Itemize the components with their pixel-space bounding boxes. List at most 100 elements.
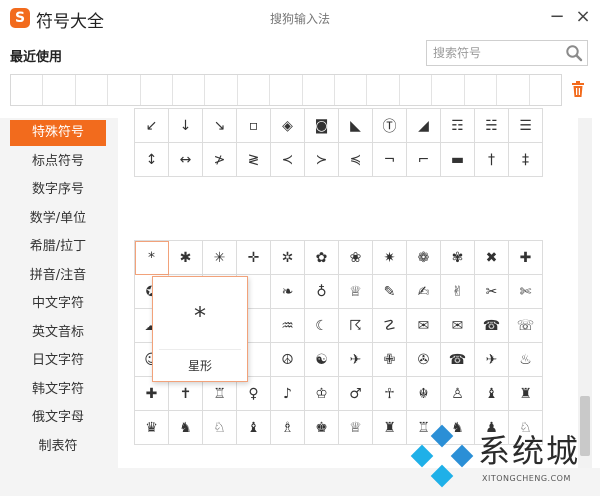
recent-symbol-slot[interactable] (497, 75, 530, 105)
symbol-cell[interactable]: ♀ (237, 377, 271, 411)
symbol-cell[interactable]: ❀ (339, 241, 373, 275)
symbol-cell[interactable]: ✷ (373, 241, 407, 275)
recent-symbol-slot[interactable] (400, 75, 433, 105)
category-item[interactable]: 拼音/注音 (10, 263, 106, 289)
symbol-cell[interactable]: ♝ (475, 377, 509, 411)
symbol-cell[interactable]: ✙ (373, 343, 407, 377)
symbol-cell[interactable]: ◈ (271, 109, 305, 143)
symbol-cell[interactable]: ✾ (441, 241, 475, 275)
symbol-cell[interactable]: ≼ (339, 143, 373, 177)
symbol-cell[interactable]: ✛ (237, 241, 271, 275)
symbol-cell[interactable]: ❧ (271, 275, 305, 309)
symbol-cell[interactable]: ✄ (509, 275, 543, 309)
recent-symbol-slot[interactable] (270, 75, 303, 105)
symbol-cell[interactable]: ▬ (441, 143, 475, 177)
symbol-cell[interactable]: ☈ (339, 309, 373, 343)
recent-symbol-slot[interactable] (205, 75, 238, 105)
symbol-cell[interactable]: ≺ (271, 143, 305, 177)
symbol-cell[interactable]: ♞ (169, 411, 203, 445)
category-item[interactable]: 特殊符号 (10, 120, 106, 146)
category-item[interactable]: 俄文字母 (10, 405, 106, 431)
recent-symbol-slot[interactable] (11, 75, 44, 105)
symbol-cell[interactable]: ≯ (203, 143, 237, 177)
symbol-cell[interactable]: ♝ (237, 411, 271, 445)
symbol-cell[interactable]: ✂ (475, 275, 509, 309)
symbol-cell[interactable]: † (475, 143, 509, 177)
symbol-cell[interactable]: ☬ (407, 377, 441, 411)
category-item[interactable]: 数字序号 (10, 177, 106, 203)
symbol-cell[interactable]: ♒ (271, 309, 305, 343)
symbol-cell[interactable]: ↘ (203, 109, 237, 143)
symbol-cell[interactable]: ✿ (305, 241, 339, 275)
symbol-cell[interactable]: ☡ (373, 309, 407, 343)
symbol-cell[interactable]: ♛ (135, 411, 169, 445)
category-item[interactable]: 数学/单位 (10, 206, 106, 232)
recent-symbol-slot[interactable] (173, 75, 206, 105)
recent-symbol-slot[interactable] (432, 75, 465, 105)
symbol-cell[interactable]: ☵ (475, 109, 509, 143)
symbol-cell[interactable]: ☶ (441, 109, 475, 143)
category-item[interactable]: 中文字符 (10, 291, 106, 317)
category-item[interactable]: 韩文字符 (10, 377, 106, 403)
symbol-cell[interactable]: ☾ (305, 309, 339, 343)
search-box[interactable] (426, 40, 588, 66)
recent-symbol-slot[interactable] (76, 75, 109, 105)
scrollbar[interactable] (578, 118, 592, 468)
symbol-cell[interactable]: ¬ (373, 143, 407, 177)
symbol-cell[interactable]: ❁ (407, 241, 441, 275)
symbol-cell[interactable]: ♨ (509, 343, 543, 377)
symbol-cell[interactable]: ▫ (237, 109, 271, 143)
recent-symbol-slot[interactable] (238, 75, 271, 105)
symbol-cell[interactable]: ◣ (339, 109, 373, 143)
symbol-cell[interactable]: ♘ (203, 411, 237, 445)
symbol-cell[interactable]: ↓ (169, 109, 203, 143)
minimize-button[interactable]: − (546, 6, 568, 28)
symbol-cell[interactable]: * (135, 241, 169, 275)
symbol-cell[interactable]: ✎ (373, 275, 407, 309)
symbol-cell[interactable]: ≷ (237, 143, 271, 177)
symbol-cell[interactable]: ↙ (135, 109, 169, 143)
symbol-cell[interactable]: ☏ (509, 309, 543, 343)
category-item[interactable]: 英文音标 (10, 320, 106, 346)
recent-symbol-slot[interactable] (43, 75, 76, 105)
symbol-cell[interactable]: ♪ (271, 377, 305, 411)
symbol-cell[interactable]: ✈ (339, 343, 373, 377)
symbol-cell[interactable]: ☥ (373, 377, 407, 411)
symbol-cell[interactable]: ♕ (339, 275, 373, 309)
symbol-cell[interactable]: ✉ (441, 309, 475, 343)
symbol-cell[interactable]: ≻ (305, 143, 339, 177)
symbol-cell[interactable]: ◢ (407, 109, 441, 143)
symbol-cell[interactable]: ☎ (475, 309, 509, 343)
search-input[interactable] (433, 44, 561, 62)
trash-icon[interactable] (570, 80, 586, 98)
symbol-cell[interactable]: ✲ (271, 241, 305, 275)
symbol-cell[interactable]: ♚ (305, 411, 339, 445)
symbol-cell[interactable]: ☰ (509, 109, 543, 143)
symbol-cell[interactable]: ✝ (169, 377, 203, 411)
symbol-cell[interactable]: Ⓣ (373, 109, 407, 143)
symbol-cell[interactable]: ☯ (305, 343, 339, 377)
symbol-cell[interactable]: ✚ (509, 241, 543, 275)
symbol-cell[interactable]: ✖ (475, 241, 509, 275)
symbol-cell[interactable]: ♕ (339, 411, 373, 445)
symbol-cell[interactable]: ✉ (407, 309, 441, 343)
symbol-cell[interactable]: ‡ (509, 143, 543, 177)
recent-symbol-slot[interactable] (335, 75, 368, 105)
recent-symbol-slot[interactable] (141, 75, 174, 105)
recent-symbol-slot[interactable] (108, 75, 141, 105)
recent-symbol-slot[interactable] (465, 75, 498, 105)
symbol-cell[interactable]: ☎ (441, 343, 475, 377)
category-item[interactable]: 标点符号 (10, 149, 106, 175)
category-item[interactable]: 制表符 (10, 434, 106, 460)
symbol-cell[interactable]: ✈ (475, 343, 509, 377)
symbol-cell[interactable]: ✇ (407, 343, 441, 377)
symbol-cell[interactable]: ♁ (305, 275, 339, 309)
symbol-cell[interactable]: ☮ (271, 343, 305, 377)
recent-symbol-slot[interactable] (303, 75, 336, 105)
symbol-cell[interactable]: ⌐ (407, 143, 441, 177)
symbol-cell[interactable]: ♗ (271, 411, 305, 445)
symbol-cell[interactable]: ♂ (339, 377, 373, 411)
symbol-cell[interactable]: ✌ (441, 275, 475, 309)
recent-symbol-slot[interactable] (367, 75, 400, 105)
symbol-cell[interactable]: ✚ (135, 377, 169, 411)
